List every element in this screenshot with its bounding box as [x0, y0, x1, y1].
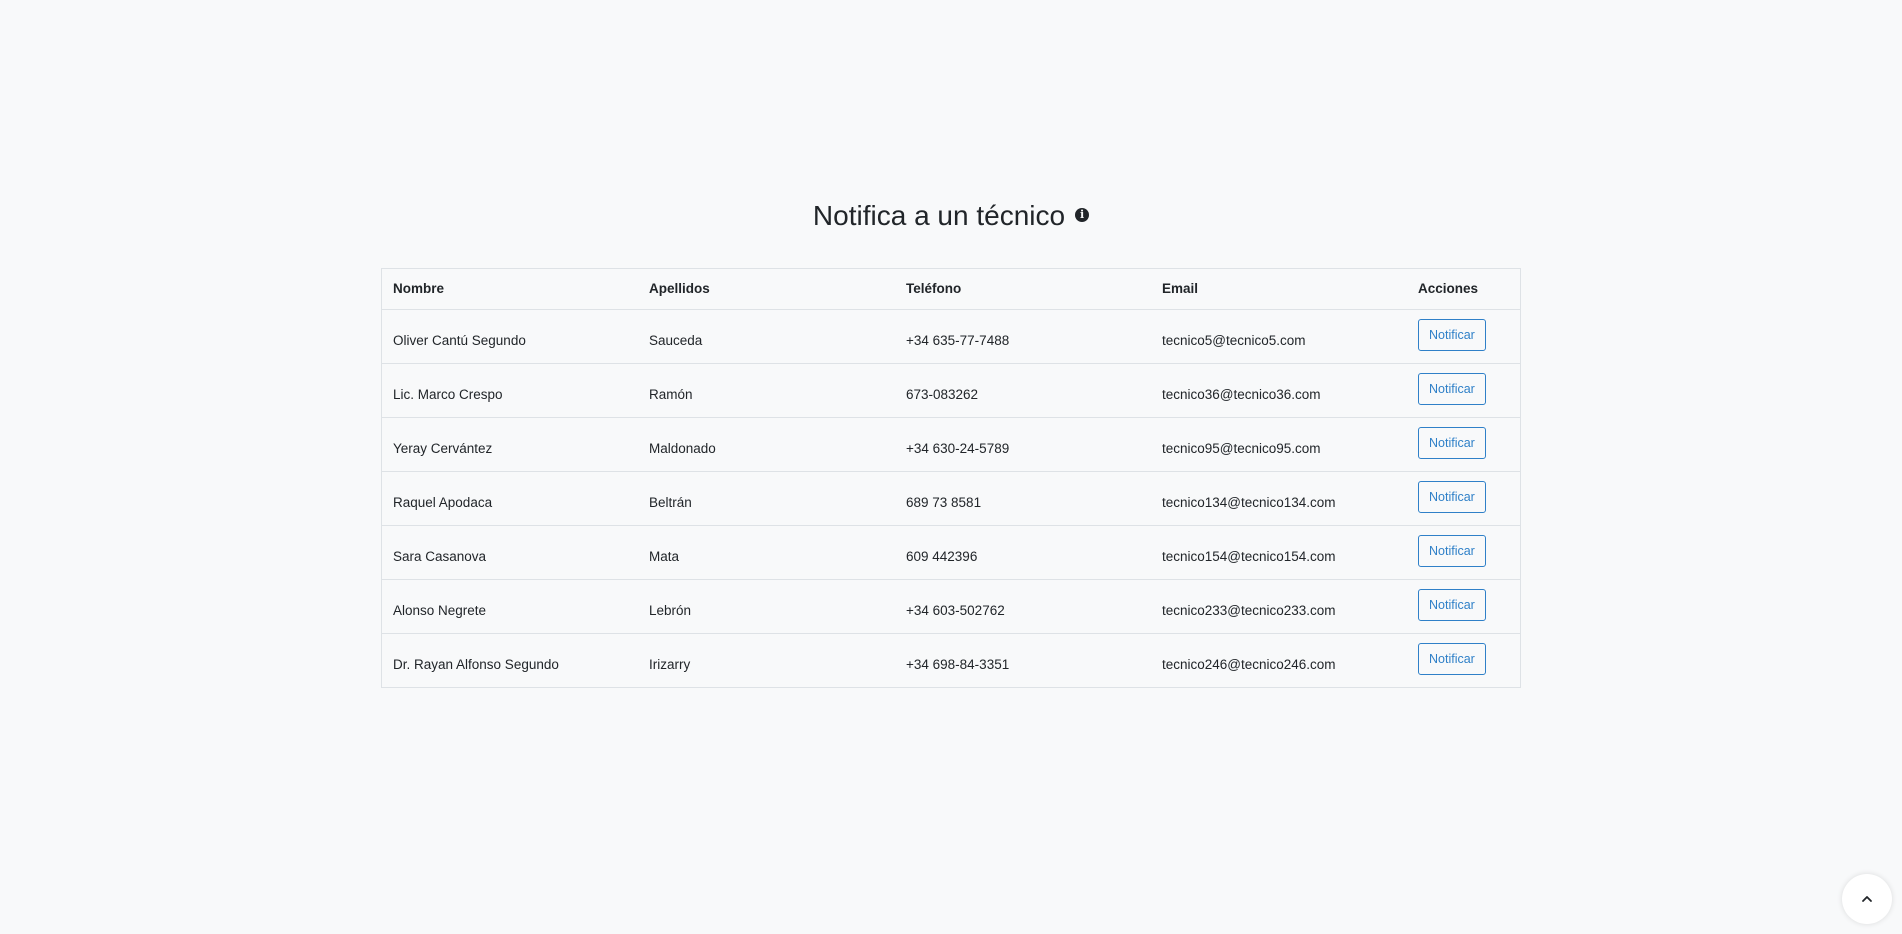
cell-apellidos: Ramón — [638, 363, 895, 418]
notify-button[interactable]: Notificar — [1418, 427, 1486, 459]
cell-acciones: Notificar — [1407, 363, 1520, 418]
cell-email: tecnico95@tecnico95.com — [1151, 417, 1407, 472]
scroll-to-top-button[interactable] — [1842, 874, 1892, 924]
cell-nombre: Oliver Cantú Segundo — [382, 309, 638, 364]
cell-telefono: 673-083262 — [895, 363, 1151, 418]
cell-email: tecnico233@tecnico233.com — [1151, 579, 1407, 634]
cell-email: tecnico154@tecnico154.com — [1151, 525, 1407, 580]
cell-acciones: Notificar — [1407, 309, 1520, 364]
page-title-row: Notifica a un técnico i — [0, 196, 1902, 236]
cell-telefono: +34 603-502762 — [895, 579, 1151, 634]
technicians-table: Nombre Apellidos Teléfono Email Acciones… — [382, 269, 1520, 687]
cell-acciones: Notificar — [1407, 471, 1520, 526]
notify-button[interactable]: Notificar — [1418, 481, 1486, 513]
table-row: Oliver Cantú Segundo Sauceda +34 635-77-… — [382, 309, 1520, 364]
cell-acciones: Notificar — [1407, 525, 1520, 580]
page-title: Notifica a un técnico — [812, 200, 1066, 231]
cell-telefono: 689 73 8581 — [895, 471, 1151, 526]
cell-apellidos: Beltrán — [638, 471, 895, 526]
cell-apellidos: Lebrón — [638, 579, 895, 634]
cell-acciones: Notificar — [1407, 417, 1520, 472]
cell-email: tecnico5@tecnico5.com — [1151, 309, 1407, 364]
cell-apellidos: Sauceda — [638, 309, 895, 364]
notify-button[interactable]: Notificar — [1418, 643, 1486, 676]
column-header-telefono: Teléfono — [895, 269, 1151, 310]
column-header-apellidos: Apellidos — [638, 269, 895, 310]
cell-nombre: Yeray Cervántez — [382, 417, 638, 472]
cell-nombre: Sara Casanova — [382, 525, 638, 580]
technicians-table-container: Nombre Apellidos Teléfono Email Acciones… — [381, 268, 1521, 688]
cell-telefono: +34 635-77-7488 — [895, 309, 1151, 364]
cell-nombre: Raquel Apodaca — [382, 471, 638, 526]
cell-telefono: 609 442396 — [895, 525, 1151, 580]
cell-telefono: +34 698-84-3351 — [906, 656, 1010, 672]
column-header-email: Email — [1151, 269, 1407, 310]
notify-button[interactable]: Notificar — [1418, 373, 1486, 405]
table-row: Yeray Cervántez Maldonado +34 630-24-578… — [382, 417, 1520, 472]
cell-nombre: Dr. Rayan Alfonso Segundo — [393, 656, 559, 672]
cell-nombre: Lic. Marco Crespo — [382, 363, 638, 418]
table-header-row: Nombre Apellidos Teléfono Email Acciones — [382, 269, 1520, 310]
column-header-nombre: Nombre — [382, 269, 638, 310]
notify-button[interactable]: Notificar — [1418, 589, 1486, 621]
page: Notifica a un técnico i Nombre Apellidos … — [0, 0, 1902, 934]
cell-apellidos: Mata — [638, 525, 895, 580]
notify-button[interactable]: Notificar — [1418, 535, 1486, 567]
info-icon[interactable]: i — [1075, 207, 1090, 222]
cell-email: tecnico134@tecnico134.com — [1151, 471, 1407, 526]
cell-apellidos: Irizarry — [649, 656, 691, 672]
notify-button[interactable]: Notificar — [1418, 319, 1486, 351]
cell-acciones: Notificar — [1407, 579, 1520, 634]
table-row: Sara Casanova Mata 609 442396 tecnico154… — [382, 525, 1520, 580]
table-row: Raquel Apodaca Beltrán 689 73 8581 tecni… — [382, 471, 1520, 526]
table-row: Dr. Rayan Alfonso Segundo Irizarry +34 6… — [382, 633, 1520, 687]
cell-nombre: Alonso Negrete — [382, 579, 638, 634]
chevron-up-icon — [1862, 896, 1872, 902]
cell-email: tecnico246@tecnico246.com — [1162, 656, 1336, 672]
cell-acciones: Notificar — [1407, 633, 1520, 687]
table-row: Alonso Negrete Lebrón +34 603-502762 tec… — [382, 579, 1520, 634]
cell-telefono: +34 630-24-5789 — [895, 417, 1151, 472]
cell-apellidos: Maldonado — [638, 417, 895, 472]
table-row: Lic. Marco Crespo Ramón 673-083262 tecni… — [382, 363, 1520, 418]
cell-email: tecnico36@tecnico36.com — [1151, 363, 1407, 418]
column-header-acciones: Acciones — [1407, 269, 1520, 310]
